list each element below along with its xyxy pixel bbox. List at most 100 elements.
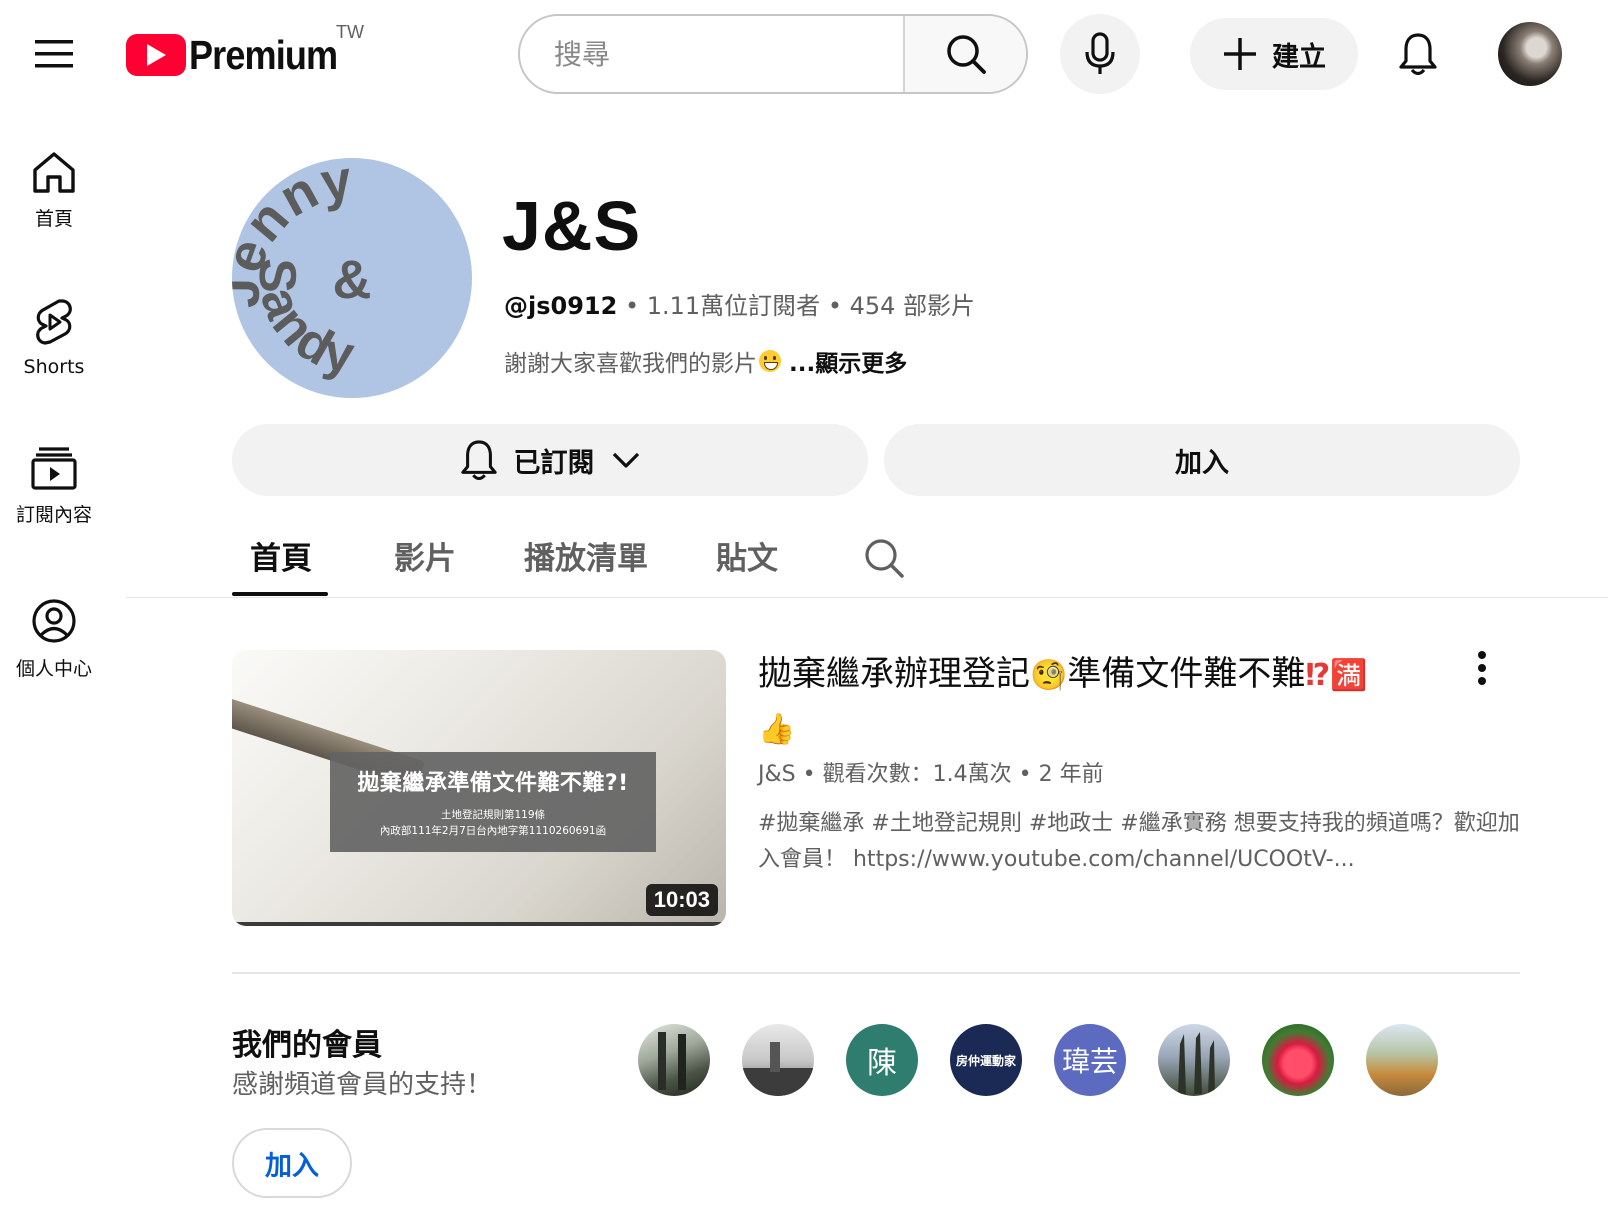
youtube-premium-logo[interactable]: Premium xyxy=(126,28,357,82)
video-title-text: 拋棄繼承辦理登記 xyxy=(758,654,1030,694)
tab-home[interactable]: 首頁 xyxy=(250,516,312,594)
home-icon xyxy=(33,152,75,193)
member-photo xyxy=(1178,1032,1215,1094)
more-vertical-icon xyxy=(1478,651,1486,685)
video-title[interactable]: 拋棄繼承辦理登記🧐準備文件難不難⁉🈵 👍 xyxy=(758,648,1438,756)
nav-label-you: 個人中心 xyxy=(15,658,92,680)
full-emoji-icon: 🈵 xyxy=(1330,658,1368,693)
video-duration: 10:03 xyxy=(645,884,718,916)
youtube-play-icon xyxy=(126,34,186,76)
member-avatar[interactable] xyxy=(1158,1024,1230,1096)
section-divider xyxy=(232,972,1520,974)
thumbnail-subtitle: 土地登記規則第119條 內政部111年2月7日台內地字第1110260691函 xyxy=(380,807,606,839)
notifications-button[interactable] xyxy=(1382,18,1454,90)
thumbs-up-emoji-icon: 👍 xyxy=(758,712,796,747)
channel-meta: @js0912 • 1.11萬位訂閱者 • 454 部影片 xyxy=(504,286,975,321)
you-icon xyxy=(32,599,76,643)
chevron-down-icon xyxy=(612,452,639,468)
thumbnail-caption-box: 拋棄繼承準備文件難不難?! 土地登記規則第119條 內政部111年2月7日台內地… xyxy=(330,752,656,852)
tabs-divider xyxy=(126,597,1608,598)
logo-wordmark: Premium xyxy=(189,31,338,78)
shorts-icon xyxy=(36,299,72,345)
search-input[interactable] xyxy=(520,16,903,92)
member-avatar[interactable] xyxy=(1262,1024,1334,1096)
show-more-link[interactable]: ...顯示更多 xyxy=(789,344,907,378)
thumbnail-subtitle-line: 內政部111年2月7日台內地字第1110260691函 xyxy=(379,825,607,837)
meta-separator: • xyxy=(827,292,850,320)
video-thumbnail[interactable]: 拋棄繼承準備文件難不難?! 土地登記規則第119條 內政部111年2月7日台內地… xyxy=(232,650,726,926)
top-bar: Premium TW 建立 xyxy=(0,0,1608,108)
subscribed-button[interactable]: 已訂閱 xyxy=(232,424,868,496)
description-text: 謝謝大家喜歡我們的影片 xyxy=(504,351,757,377)
exclamation-question-emoji-icon: ⁉ xyxy=(1305,658,1331,693)
search-button[interactable] xyxy=(903,16,1026,92)
video-description[interactable]: #拋棄繼承 #土地登記規則 #地政士 #繼承實務 想要支持我的頻道嗎？歡迎加入會… xyxy=(758,806,1528,878)
member-avatar[interactable] xyxy=(1366,1024,1438,1096)
meta-separator: • xyxy=(624,292,647,320)
video-views: 觀看次數：1.4萬次 xyxy=(822,762,1012,787)
search-box xyxy=(518,14,1028,94)
subscriptions-icon xyxy=(31,447,77,490)
video-age: 2 年前 xyxy=(1038,762,1104,787)
member-avatar[interactable] xyxy=(638,1024,710,1096)
video-channel-name[interactable]: J&S xyxy=(758,762,796,787)
channel-avatar[interactable]: Jenny & Sandy xyxy=(232,158,472,398)
region-code: TW xyxy=(336,22,364,42)
channel-description[interactable]: 謝謝大家喜歡我們的影片 ...顯示更多 xyxy=(504,344,907,378)
account-avatar[interactable] xyxy=(1498,22,1562,86)
video-more-actions-button[interactable] xyxy=(1462,646,1502,690)
tab-videos[interactable]: 影片 xyxy=(394,516,456,594)
active-tab-indicator xyxy=(232,592,328,596)
bell-icon xyxy=(460,440,497,481)
plus-icon xyxy=(1224,38,1256,70)
member-initial: 陳 xyxy=(867,1046,897,1081)
menu-button[interactable] xyxy=(28,32,80,76)
subscribed-label: 已訂閱 xyxy=(513,447,595,479)
grinning-face-emoji-icon xyxy=(759,350,781,372)
nav-label-shorts: Shorts xyxy=(23,356,85,378)
bell-icon xyxy=(1399,33,1437,76)
nav-item-home[interactable]: 首頁 xyxy=(0,150,108,231)
tab-posts[interactable]: 貼文 xyxy=(716,516,778,594)
nav-item-shorts[interactable]: Shorts xyxy=(0,298,108,378)
member-avatar[interactable]: 陳 xyxy=(846,1024,918,1096)
nav-item-you[interactable]: 個人中心 xyxy=(0,598,108,681)
video-count: 454 部影片 xyxy=(849,292,976,320)
members-subtitle: 感謝頻道會員的支持！ xyxy=(232,1070,493,1100)
thumbnail-bottom-edge xyxy=(232,922,726,926)
subscriber-count: 1.11萬位訂閱者 xyxy=(646,292,821,320)
nav-label-home: 首頁 xyxy=(34,208,73,230)
hamburger-menu-icon xyxy=(35,40,73,68)
video-title-text: 準備文件難不難 xyxy=(1067,654,1306,694)
member-initial: 瑋芸 xyxy=(1061,1045,1118,1078)
create-button[interactable]: 建立 xyxy=(1190,18,1358,90)
meta-separator: • xyxy=(802,762,823,787)
avatar-text-amp: & xyxy=(333,250,372,310)
member-photo xyxy=(742,1042,814,1096)
search-icon xyxy=(946,35,986,74)
microphone-icon xyxy=(1085,32,1115,74)
member-photo xyxy=(658,1032,686,1090)
member-avatar[interactable]: 瑋芸 xyxy=(1054,1024,1126,1096)
thumbnail-title: 拋棄繼承準備文件難不難?! xyxy=(357,771,629,796)
tab-playlists[interactable]: 播放清單 xyxy=(524,516,648,594)
channel-search-button[interactable] xyxy=(856,528,912,588)
create-label: 建立 xyxy=(1272,41,1326,73)
video-meta: J&S • 觀看次數：1.4萬次 • 2 年前 xyxy=(758,756,1104,788)
nav-item-subscriptions[interactable]: 訂閱內容 xyxy=(0,446,108,527)
members-join-button[interactable]: 加入 xyxy=(232,1128,352,1198)
members-title: 我們的會員 xyxy=(232,1028,382,1063)
thumbnail-subtitle-line: 土地登記規則第119條 xyxy=(440,809,546,821)
channel-name: J&S xyxy=(502,187,642,265)
nav-label-subscriptions: 訂閱內容 xyxy=(15,504,92,526)
member-logo-text: 房仲運動家 xyxy=(955,1053,1016,1068)
face-with-monocle-emoji-icon: 🧐 xyxy=(1030,658,1068,693)
search-icon xyxy=(865,539,904,578)
channel-avatar-art: Jenny & Sandy xyxy=(232,158,372,385)
join-button[interactable]: 加入 xyxy=(884,424,1520,496)
meta-separator: • xyxy=(1018,762,1039,787)
member-avatar[interactable]: 房仲運動家 xyxy=(950,1024,1022,1096)
voice-search-button[interactable] xyxy=(1060,14,1140,94)
member-avatar[interactable] xyxy=(742,1024,814,1096)
channel-handle: @js0912 xyxy=(504,292,618,320)
